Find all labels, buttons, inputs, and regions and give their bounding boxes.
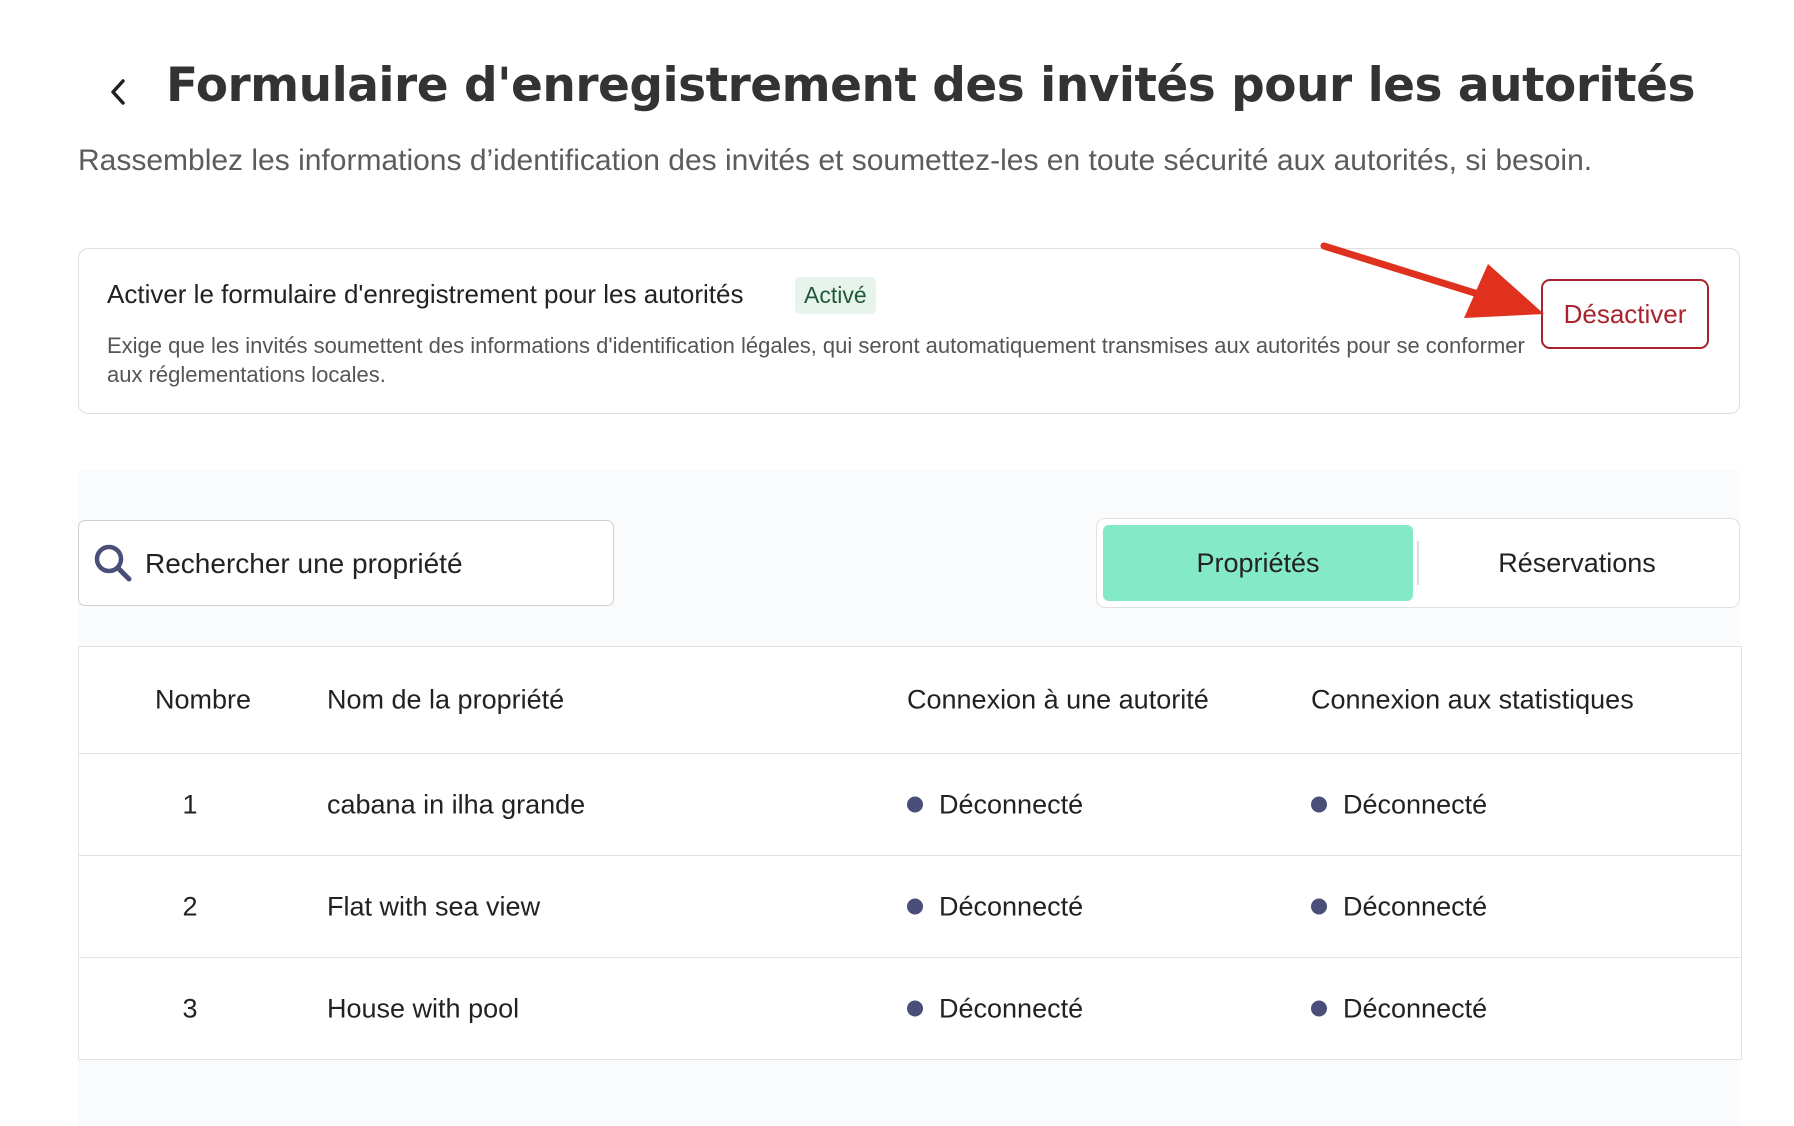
table-header-row: Nombre Nom de la propriété Connexion à u… xyxy=(79,647,1741,754)
row-number: 3 xyxy=(182,993,198,1023)
search-box[interactable] xyxy=(78,520,614,606)
page-header: Formulaire d'enregistrement des invités … xyxy=(78,52,1718,132)
authority-status-label: Déconnecté xyxy=(939,891,1084,921)
search-input[interactable] xyxy=(143,537,597,591)
statistics-status: Déconnecté xyxy=(1311,993,1487,1024)
row-number: 1 xyxy=(182,789,198,819)
header-name: Nom de la propriété xyxy=(327,684,565,715)
annotation-arrow-icon xyxy=(1320,242,1544,318)
view-toggle: Propriétés Réservations xyxy=(1096,518,1740,608)
statistics-status: Déconnecté xyxy=(1311,891,1487,922)
deactivate-button[interactable]: Désactiver xyxy=(1541,279,1709,349)
page-title: Formulaire d'enregistrement des invités … xyxy=(166,58,1695,113)
properties-table: Nombre Nom de la propriété Connexion à u… xyxy=(78,646,1742,1060)
table-row[interactable]: 1 cabana in ilha grande Déconnecté Décon… xyxy=(79,754,1741,856)
header-number: Nombre xyxy=(155,684,252,715)
property-name: cabana in ilha grande xyxy=(327,789,586,819)
table-row[interactable]: 2 Flat with sea view Déconnecté Déconnec… xyxy=(79,856,1741,958)
back-button[interactable] xyxy=(94,68,142,116)
tab-properties[interactable]: Propriétés xyxy=(1103,525,1413,601)
chevron-left-icon xyxy=(111,79,125,105)
status-dot-icon xyxy=(1311,898,1327,915)
activation-description: Exige que les invités soumettent des inf… xyxy=(107,333,1525,387)
authority-status-label: Déconnecté xyxy=(939,993,1084,1023)
statistics-status-label: Déconnecté xyxy=(1343,891,1488,921)
authority-status: Déconnecté xyxy=(907,789,1083,820)
tab-divider xyxy=(1417,541,1419,585)
header-statistics: Connexion aux statistiques xyxy=(1311,684,1634,715)
search-icon xyxy=(94,544,132,582)
statistics-status: Déconnecté xyxy=(1311,789,1487,820)
table-row[interactable]: 3 House with pool Déconnecté Déconnecté xyxy=(79,958,1741,1059)
statistics-status-label: Déconnecté xyxy=(1343,789,1488,819)
header-authority: Connexion à une autorité xyxy=(907,684,1209,715)
status-dot-icon xyxy=(907,1000,923,1017)
status-dot-icon xyxy=(1311,796,1327,813)
authority-status: Déconnecté xyxy=(907,993,1083,1024)
authority-status: Déconnecté xyxy=(907,891,1083,922)
status-dot-icon xyxy=(1311,1000,1327,1017)
activation-title: Activer le formulaire d'enregistrement p… xyxy=(107,279,744,309)
status-dot-icon xyxy=(907,898,923,915)
property-name: House with pool xyxy=(327,993,520,1023)
authority-status-label: Déconnecté xyxy=(939,789,1084,819)
status-dot-icon xyxy=(907,796,923,813)
row-number: 2 xyxy=(182,891,198,921)
page-subtitle: Rassemblez les informations d’identifica… xyxy=(78,144,1593,177)
status-badge: Activé xyxy=(795,277,876,314)
property-name: Flat with sea view xyxy=(327,891,541,921)
tab-reservations[interactable]: Réservations xyxy=(1421,525,1733,601)
statistics-status-label: Déconnecté xyxy=(1343,993,1488,1023)
properties-panel: Propriétés Réservations Nombre Nom de la… xyxy=(78,470,1742,1126)
